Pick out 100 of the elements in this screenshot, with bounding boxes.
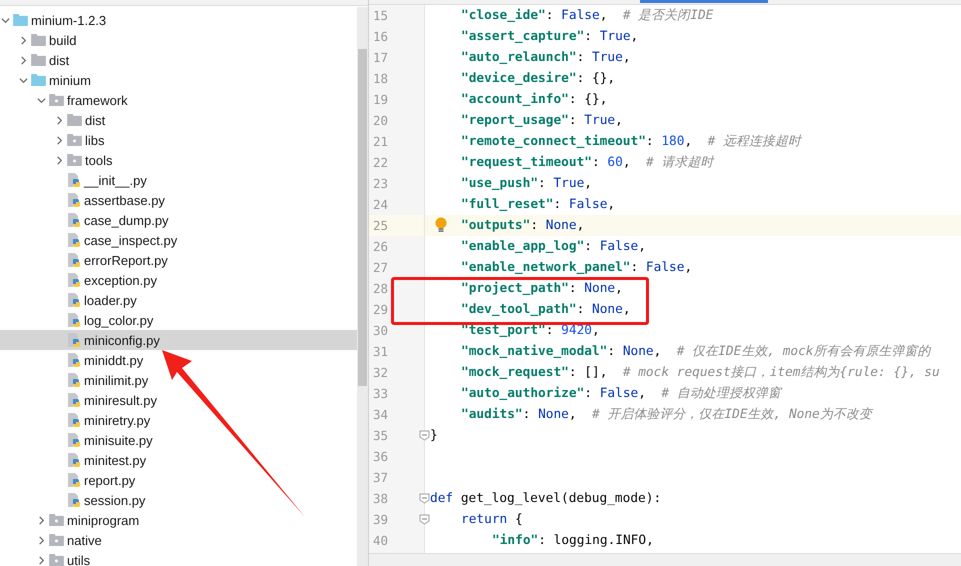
tree-item[interactable]: case_inspect.py [0,230,357,250]
python-file-icon [67,232,81,248]
tree-item[interactable]: build [0,30,357,50]
file-name: native [67,532,102,548]
package-folder-icon [49,554,64,566]
lightbulb-icon[interactable] [435,217,447,233]
chevron-right-icon[interactable] [54,136,64,144]
line-number: 23 [372,176,388,191]
tree-item[interactable]: assertbase.py [0,190,357,210]
chevron-right-icon[interactable] [18,36,28,44]
file-name: tools [85,152,112,168]
code-line: "mock_request": [], # mock request接口，item结构为{rule: {}, su [461,364,940,381]
tree-item[interactable]: exception.py [0,270,357,290]
folder-icon [31,74,46,86]
code-line: "full_reset": False, [461,197,616,212]
python-file-icon [67,312,81,328]
tree-item[interactable]: __init__.py [0,170,357,190]
file-name: miniprogram [67,512,140,528]
code-line: "auto_relaunch": True, [461,50,631,65]
python-file-icon [67,212,81,228]
chevron-right-icon[interactable] [36,516,46,524]
code-line: "auto_authorize": False, # 自动处理授权弹窗 [461,385,781,402]
tree-item[interactable]: loader.py [0,290,357,310]
file-name: assertbase.py [84,192,165,208]
line-number: 36 [372,449,388,464]
tree-item[interactable]: libs [0,130,357,150]
tree-item[interactable]: tools [0,150,357,170]
chevron-down-icon[interactable] [36,96,46,104]
code-line: "outputs": None, [461,218,584,233]
tree-item[interactable]: miniretry.py [0,410,357,430]
file-name: session.py [84,492,146,508]
fold-icon[interactable] [419,493,430,504]
tree-item[interactable]: minisuite.py [0,430,357,450]
file-name: case_inspect.py [84,232,178,248]
line-number: 38 [372,491,388,506]
tree-item[interactable]: miniresult.py [0,390,357,410]
file-name: utils [67,552,90,566]
fold-icon[interactable] [419,514,430,525]
folder-icon [67,114,82,126]
tree-item[interactable]: errorReport.py [0,250,357,270]
tree-item[interactable]: native [0,530,357,550]
line-number: 29 [372,302,388,317]
chevron-right-icon[interactable] [54,116,64,124]
line-number: 15 [372,8,388,23]
line-number: 16 [372,29,388,44]
python-file-icon [67,332,81,348]
python-file-icon [67,432,81,448]
tree-item[interactable]: minium [0,70,357,90]
chevron-down-icon[interactable] [0,16,10,24]
code-line: "mock_native_modal": None, # 仅在IDE生效, mock所有会有原生弹窗的 [461,343,931,360]
tree-item[interactable]: miniprogram [0,510,357,530]
code-line: def get_log_level(debug_mode): [430,491,662,506]
tree-item[interactable]: minitest.py [0,450,357,470]
file-name: log_color.py [84,312,154,328]
chevron-down-icon[interactable] [18,76,28,84]
code-line: "request_timeout": 60, # 请求超时 [461,154,714,171]
tree-item[interactable]: utils [0,550,357,566]
tree-item[interactable]: dist [0,50,357,70]
line-number: 26 [372,239,388,254]
code-line: "project_path": None, [461,281,623,296]
code-line: } [430,428,438,443]
chevron-right-icon[interactable] [36,556,46,564]
file-name: __init__.py [84,172,147,188]
line-number: 20 [372,113,388,128]
fold-icon[interactable] [419,430,430,441]
code-line: "audits": None, # 开启体验评分，仅在IDE生效, None为不改变 [461,406,872,423]
python-file-icon [67,452,81,468]
line-number: 17 [372,50,388,65]
line-number: 25 [372,218,388,233]
tree-item[interactable]: framework [0,90,357,110]
tree-item[interactable]: dist [0,110,357,130]
file-name: loader.py [84,292,137,308]
chevron-right-icon[interactable] [18,56,28,64]
chevron-right-icon[interactable] [36,536,46,544]
tree-item[interactable]: session.py [0,490,357,510]
code-line: "close_ide": False, # 是否关闭IDE [461,7,714,24]
tree-item[interactable]: miniddt.py [0,350,357,370]
file-name: miniretry.py [84,412,150,428]
tree-item[interactable]: log_color.py [0,310,357,330]
scrollbar[interactable] [357,7,368,566]
line-number: 27 [372,260,388,275]
tree-item[interactable]: miniconfig.py [0,330,357,350]
chevron-right-icon[interactable] [54,156,64,164]
file-name: framework [67,92,128,108]
line-number: 19 [372,92,388,107]
folder-icon [13,14,28,26]
folder-icon [31,54,46,66]
code-line: "account_info": {}, [461,92,608,107]
python-file-icon [67,472,81,488]
tree-item[interactable]: case_dump.py [0,210,357,230]
line-number: 22 [372,155,388,170]
tree-item[interactable]: minilimit.py [0,370,357,390]
line-number: 28 [372,281,388,296]
line-number: 32 [372,365,388,380]
tree-item[interactable]: minium-1.2.3 [0,10,357,30]
file-name: minilimit.py [84,372,148,388]
file-name: miniconfig.py [84,332,160,348]
package-folder-icon [67,154,82,166]
code-line: "device_desire": {}, [461,71,616,86]
tree-item[interactable]: report.py [0,470,357,490]
